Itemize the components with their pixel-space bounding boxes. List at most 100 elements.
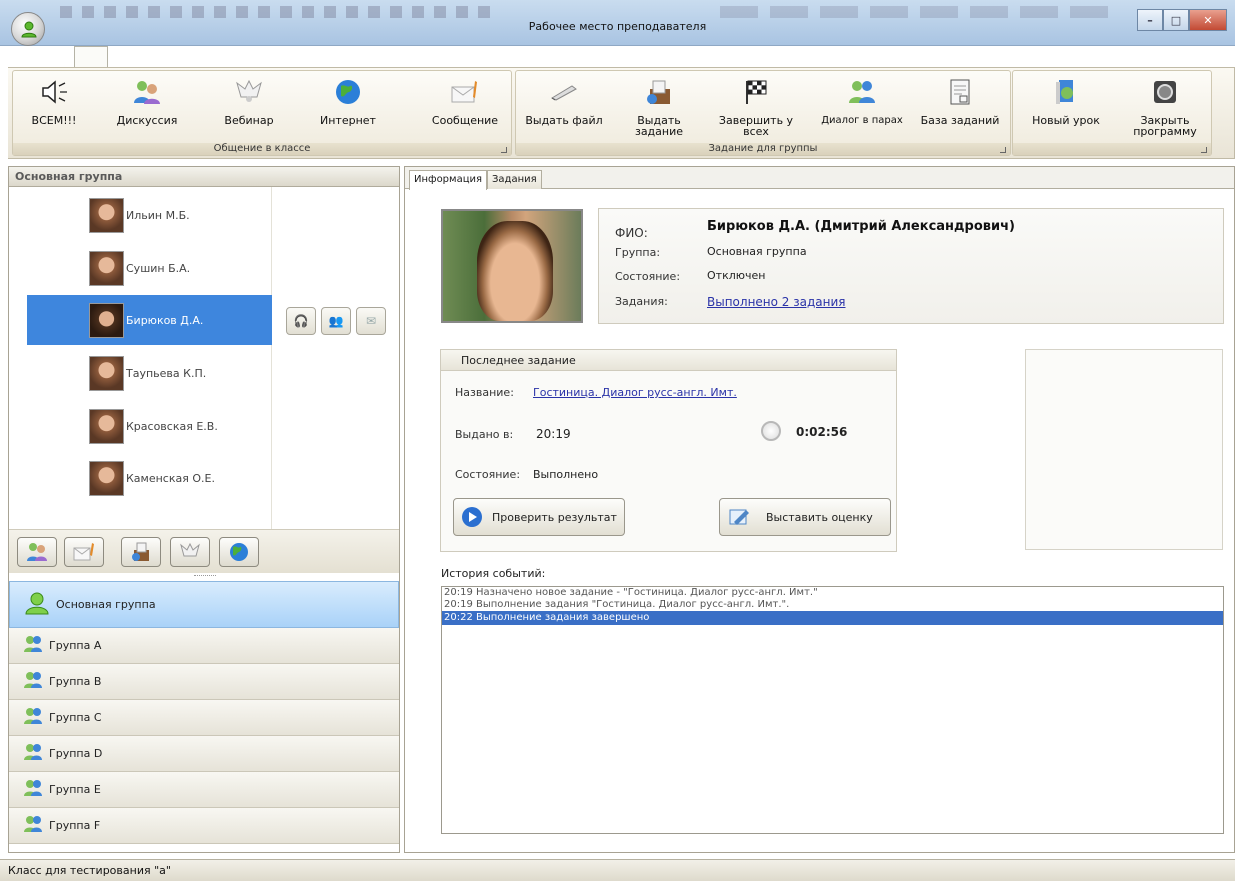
ribbon-group-label: Общение в классе [13, 143, 511, 155]
window-controls: – □ ✕ [1137, 9, 1227, 31]
internet-button[interactable]: Интернет [308, 77, 388, 126]
splitter-grip[interactable] [194, 575, 216, 578]
pair-dialog-button[interactable]: Диалог в парах [812, 77, 912, 126]
student-photo [89, 355, 124, 391]
side-panel-empty [1025, 349, 1223, 550]
group-icon [23, 707, 43, 728]
group-assign-task-button[interactable] [121, 537, 161, 567]
assign-task-icon [132, 542, 149, 561]
group-item-e[interactable]: Группа E [9, 772, 399, 808]
discussion-small-button[interactable]: 👥 [321, 307, 351, 335]
task-state-value: Выполнено [533, 468, 599, 481]
group-value: Основная группа [707, 245, 807, 258]
tasks-link[interactable]: Выполнено 2 задания [707, 295, 846, 309]
ribbon-group-label: Задание для группы [516, 143, 1010, 155]
maximize-button[interactable]: □ [1163, 9, 1189, 31]
group-item-d[interactable]: Группа D [9, 736, 399, 772]
title-bar-blurred-area [720, 6, 1120, 18]
task-database-button[interactable]: База заданий [912, 77, 1008, 126]
student-item[interactable]: Ильин М.Б. [27, 190, 272, 240]
group-item-f[interactable]: Группа F [9, 808, 399, 844]
group-item-b[interactable]: Группа B [9, 664, 399, 700]
state-value: Отключен [707, 269, 766, 282]
headphones-button[interactable]: 🎧 [286, 307, 316, 335]
issue-file-button[interactable]: Выдать файл [524, 77, 604, 126]
issued-time: 20:19 [536, 427, 571, 441]
student-name: Сушин Б.А. [126, 261, 191, 275]
student-item-selected[interactable]: Бирюков Д.А. [27, 295, 272, 345]
headphones-icon: 🎧 [293, 314, 309, 328]
student-photo [89, 197, 124, 233]
task-database-icon [945, 77, 975, 107]
group-label: Группа E [49, 783, 101, 796]
close-program-button[interactable]: Закрыть программу [1121, 77, 1209, 137]
student-name: Бирюков Д.А. [126, 313, 204, 327]
group-launcher[interactable] [501, 147, 507, 153]
set-grade-button[interactable]: Выставить оценку [719, 498, 891, 536]
new-lesson-button[interactable]: Новый урок [1021, 77, 1111, 126]
minimize-button[interactable]: – [1137, 9, 1163, 31]
student-item[interactable]: Красовская Е.В. [27, 401, 272, 451]
group-webinar-button[interactable] [170, 537, 210, 567]
group-message-button[interactable] [64, 537, 104, 567]
last-task-header: Последнее задание [441, 350, 896, 371]
student-photo [89, 302, 124, 338]
checkered-flag-icon [741, 77, 771, 107]
history-row-selected[interactable]: 20:22 Выполнение задания завершено [442, 611, 1223, 625]
group-item-main[interactable]: Основная группа [9, 581, 399, 628]
close-window-button[interactable]: ✕ [1189, 9, 1227, 31]
group-icon [23, 743, 43, 764]
task-state-label: Состояние: [455, 468, 521, 481]
group-label: Группа B [49, 675, 102, 688]
student-info-box: ФИО: Бирюков Д.А. (Дмитрий Александрович… [598, 208, 1224, 324]
webinar-button[interactable]: Вебинар [209, 77, 289, 126]
discussion-icon [132, 77, 162, 107]
app-menu-orb[interactable] [11, 12, 45, 46]
task-name-label: Название: [455, 386, 514, 399]
student-list: Ильин М.Б. Сушин Б.А. Бирюков Д.А. Таупь… [27, 190, 272, 530]
group-icon [24, 591, 50, 618]
ribbon-group-group-task: Выдать файл Выдать задание Завершить у в… [515, 70, 1011, 156]
student-actions: 🎧 👥 ✉ [286, 307, 386, 335]
discussion-button[interactable]: Дискуссия [107, 77, 187, 126]
history-row[interactable]: 20:19 Назначено новое задание - "Гостини… [442, 587, 1223, 599]
student-photo [89, 250, 124, 286]
student-item[interactable]: Каменская О.Е. [27, 453, 272, 503]
history-list[interactable]: 20:19 Назначено новое задание - "Гостини… [441, 586, 1224, 834]
tab-info[interactable]: Информация [409, 170, 488, 190]
group-discussion-button[interactable] [17, 537, 57, 567]
quick-access-toolbar[interactable] [60, 6, 490, 18]
fio-label: ФИО: [615, 226, 648, 240]
student-item[interactable]: Таупьева К.П. [27, 348, 272, 398]
message-button[interactable]: Сообщение [421, 77, 509, 126]
group-label: Группа A [49, 639, 102, 652]
group-item-c[interactable]: Группа C [9, 700, 399, 736]
left-panel: Основная группа Ильин М.Б. Сушин Б.А. Би… [8, 166, 400, 853]
ribbon-tab[interactable] [74, 46, 108, 68]
group-label: Группа: [615, 246, 661, 259]
group-launcher[interactable] [1201, 147, 1207, 153]
window-title: Рабочее место преподавателя [528, 20, 707, 33]
student-name: Красовская Е.В. [126, 419, 218, 433]
check-result-button[interactable]: Проверить результат [453, 498, 625, 536]
left-panel-header: Основная группа [9, 167, 399, 187]
group-internet-button[interactable] [219, 537, 259, 567]
issue-task-button[interactable]: Выдать задание [619, 77, 699, 137]
student-item[interactable]: Сушин Б.А. [27, 243, 272, 293]
broadcast-all-button[interactable]: ВСЕМ!!! [19, 77, 89, 126]
history-row[interactable]: 20:19 Выполнение задания "Гостиница. Диа… [442, 599, 1223, 611]
group-launcher[interactable] [1000, 147, 1006, 153]
group-label: Группа D [49, 747, 103, 760]
pen-icon [549, 77, 579, 107]
message-small-button[interactable]: ✉ [356, 307, 386, 335]
tab-strip: Информация Задания [405, 167, 1234, 190]
ribbon-group-label [1013, 143, 1211, 155]
finish-all-button[interactable]: Завершить у всех [716, 77, 796, 137]
history-label: История событий: [441, 567, 546, 580]
tab-tasks[interactable]: Задания [487, 170, 542, 189]
group-item-a[interactable]: Группа A [9, 628, 399, 664]
tasks-label: Задания: [615, 295, 668, 308]
status-bar: Класс для тестирования "а" [0, 859, 1235, 881]
task-name-link[interactable]: Гостиница. Диалог русс-англ. Имт. [533, 386, 737, 399]
globe-icon [230, 543, 248, 561]
